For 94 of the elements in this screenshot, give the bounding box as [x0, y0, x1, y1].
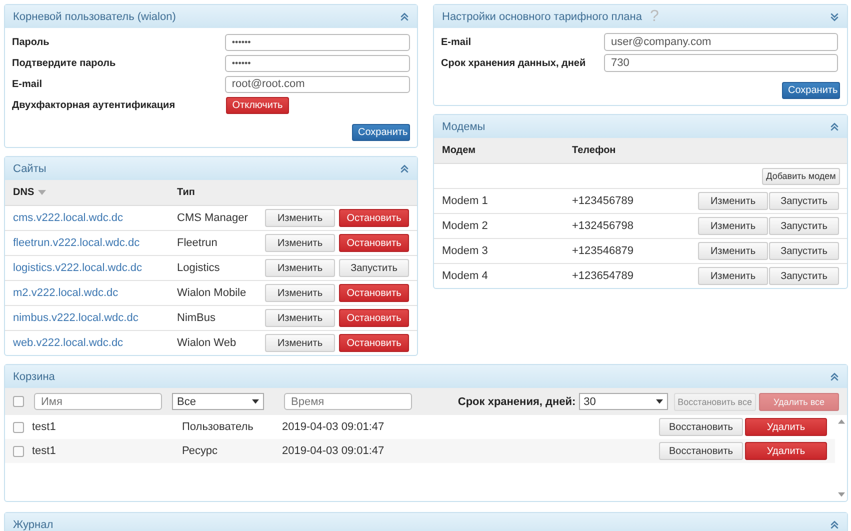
disable-button[interactable]: Отключить — [226, 96, 289, 114]
table-cell-text: Wialon Mobile — [177, 287, 248, 299]
panel-title: Модемы — [442, 120, 486, 132]
table-cell-text: Modem 4 — [442, 270, 489, 282]
stop-button[interactable]: Остановить — [339, 209, 409, 227]
table-cell-text: NimBus — [177, 312, 217, 324]
delete-button[interactable]: Удалить — [745, 418, 827, 436]
chevron-icon[interactable] — [830, 12, 839, 22]
column-header: Модем — [442, 145, 476, 156]
table-cell-text: Ресурс — [182, 445, 218, 457]
table-cell-text: 2019-04-03 09:01:47 — [282, 421, 386, 433]
table-cell-text: test1 — [32, 421, 57, 433]
table-cell-text: +123456789 — [572, 195, 634, 207]
chevron-icon[interactable] — [830, 520, 839, 530]
start-button[interactable]: Запустить — [769, 267, 839, 285]
save-button[interactable]: Сохранить — [782, 82, 840, 99]
table-cell-text: Fleetrun — [177, 237, 218, 249]
field-label: E-mail — [441, 36, 472, 48]
edit-button[interactable]: Изменить — [265, 284, 335, 302]
table-cell-text: +132456798 — [572, 220, 634, 232]
panel-title: Корневой пользователь (wialon) — [13, 10, 176, 22]
site-link[interactable]: web.v222.local.wdc.dc — [13, 337, 177, 349]
scroll-down-icon[interactable] — [838, 492, 844, 497]
edit-button[interactable]: Изменить — [698, 192, 768, 210]
retention-dropdown[interactable]: 30 — [578, 393, 668, 410]
scroll-up-icon[interactable] — [838, 419, 844, 424]
column-header: Тип — [177, 187, 195, 198]
save-button[interactable]: Сохранить — [352, 124, 410, 141]
edit-button[interactable]: Изменить — [265, 209, 335, 227]
table-cell-text: Modem 2 — [442, 220, 489, 232]
start-button[interactable]: Запустить — [769, 192, 839, 210]
panel-title: Настройки основного тарифного плана — [442, 10, 642, 22]
edit-button[interactable]: Изменить — [265, 309, 335, 327]
dropdown-arrow-icon — [252, 399, 259, 404]
input-field[interactable]: •••••• — [224, 34, 410, 50]
input-field[interactable]: root@root.com — [224, 76, 410, 92]
restore-button[interactable]: Восстановить — [659, 418, 743, 436]
table-cell-text: +123546879 — [572, 245, 634, 257]
table-cell-text: +123654789 — [572, 270, 634, 282]
chevron-icon[interactable] — [830, 122, 839, 132]
start-button[interactable]: Запустить — [769, 217, 839, 235]
start-button[interactable]: Запустить — [769, 242, 839, 260]
edit-button[interactable]: Изменить — [265, 234, 335, 252]
input-field[interactable]: user@company.com — [604, 33, 838, 51]
table-cell-text: Modem 3 — [442, 245, 489, 257]
stop-button[interactable]: Остановить — [339, 284, 409, 302]
checkbox[interactable] — [13, 422, 24, 432]
add-modem-button[interactable]: Добавить модем — [762, 168, 840, 184]
dropdown-arrow-icon — [656, 399, 663, 404]
panel-title: Корзина — [13, 370, 55, 382]
type-dropdown[interactable]: Все — [172, 393, 264, 410]
chevron-icon[interactable] — [400, 164, 409, 174]
stop-button[interactable]: Остановить — [339, 234, 409, 252]
field-label: Срок хранения данных, дней — [441, 58, 587, 68]
time-field[interactable]: Время — [284, 393, 412, 410]
table-cell-text: CMS Manager — [177, 212, 249, 224]
edit-button[interactable]: Изменить — [698, 242, 768, 260]
start-button[interactable]: Запустить — [339, 259, 409, 277]
edit-button[interactable]: Изменить — [698, 267, 768, 285]
site-link[interactable]: fleetrun.v222.local.wdc.dc — [13, 237, 177, 249]
sort-icon — [38, 190, 46, 195]
field-label: Двухфакторная аутентификация — [12, 100, 176, 110]
checkbox[interactable] — [13, 396, 24, 407]
edit-button[interactable]: Изменить — [265, 334, 335, 352]
site-link[interactable]: nimbus.v222.local.wdc.dc — [13, 312, 177, 324]
site-link[interactable]: cms.v222.local.wdc.dc — [13, 212, 177, 224]
input-field[interactable]: 730 — [604, 54, 838, 72]
table-cell-text: Пользователь — [182, 421, 254, 433]
restore-button[interactable]: Восстановить — [659, 442, 743, 460]
field-label: E-mail — [12, 78, 44, 90]
name-field[interactable]: Имя — [34, 393, 162, 410]
column-header[interactable]: DNS — [13, 187, 177, 198]
delete-button[interactable]: Удалить — [745, 442, 827, 460]
site-link[interactable]: m2.v222.local.wdc.dc — [13, 287, 177, 299]
retention-label: Срок хранения, дней: — [458, 396, 576, 408]
panel-title: Журнал — [13, 518, 54, 530]
column-header: Телефон — [572, 145, 616, 156]
checkbox[interactable] — [13, 446, 24, 456]
table-cell-text: 2019-04-03 09:01:47 — [282, 445, 386, 457]
panel-title: Сайты — [13, 162, 46, 174]
stop-button[interactable]: Остановить — [339, 334, 409, 352]
edit-button[interactable]: Изменить — [265, 259, 335, 277]
edit-button[interactable]: Изменить — [698, 217, 768, 235]
stop-button[interactable]: Остановить — [339, 309, 409, 327]
chevron-icon[interactable] — [830, 372, 839, 382]
table-cell-text: Modem 1 — [442, 195, 489, 207]
table-cell-text: test1 — [32, 445, 57, 457]
field-label: Пароль — [12, 36, 50, 48]
chevron-icon[interactable] — [400, 12, 409, 22]
field-label: Подтвердите пароль — [12, 58, 117, 68]
site-link[interactable]: logistics.v222.local.wdc.dc — [13, 262, 177, 274]
table-cell-text: Logistics — [177, 262, 221, 274]
table-cell-text: Wialon Web — [177, 337, 238, 349]
input-field[interactable]: •••••• — [224, 54, 410, 72]
